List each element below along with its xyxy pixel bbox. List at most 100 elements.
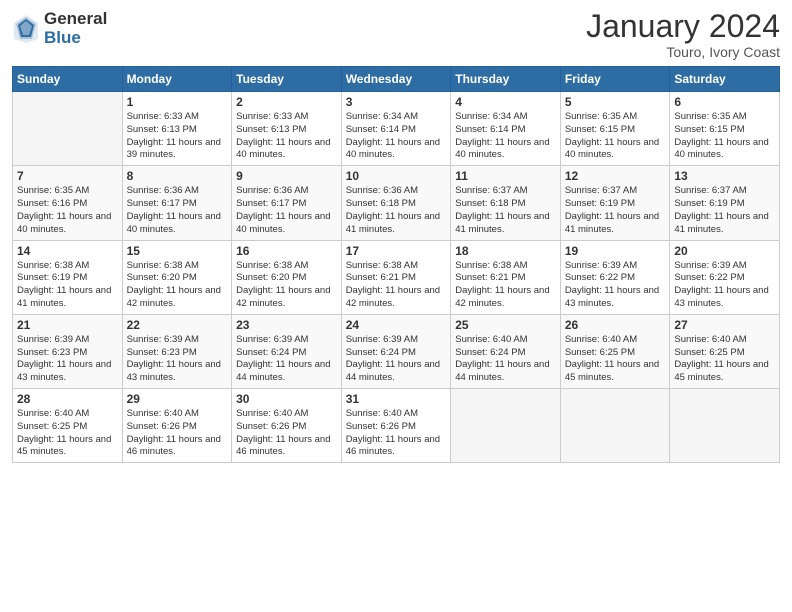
day-cell: 8 Sunrise: 6:36 AM Sunset: 6:17 PM Daylig… (122, 166, 232, 240)
logo-blue: Blue (44, 29, 107, 48)
day-number: 8 (127, 169, 228, 183)
day-cell: 9Sunrise: 6:36 AM Sunset: 6:17 PM Daylig… (232, 166, 342, 240)
day-info: Sunrise: 6:38 AM Sunset: 6:21 PM Dayligh… (346, 260, 447, 311)
day-number: 4 (455, 95, 556, 109)
page: General Blue January 2024 Touro, Ivory C… (0, 0, 792, 612)
day-number: 16 (236, 244, 337, 258)
day-cell (670, 389, 780, 463)
day-info: Sunrise: 6:39 AM Sunset: 6:23 PM Dayligh… (127, 334, 228, 385)
day-number: 23 (236, 318, 337, 332)
day-info: Sunrise: 6:38 AM Sunset: 6:20 PM Dayligh… (236, 260, 337, 311)
day-info: Sunrise: 6:37 AM Sunset: 6:19 PM Dayligh… (565, 185, 666, 236)
day-cell: 27 Sunrise: 6:40 AM Sunset: 6:25 PM Dayli… (670, 314, 780, 388)
day-cell (13, 92, 123, 166)
day-info: Sunrise: 6:40 AM Sunset: 6:25 PM Dayligh… (565, 334, 666, 385)
day-cell: 17Sunrise: 6:38 AM Sunset: 6:21 PM Dayli… (341, 240, 451, 314)
day-info: Sunrise: 6:33 AM Sunset: 6:13 PM Dayligh… (127, 111, 228, 162)
day-cell: 26 Sunrise: 6:40 AM Sunset: 6:25 PM Dayli… (560, 314, 670, 388)
day-number: 28 (17, 392, 118, 406)
weekday-header-tuesday: Tuesday (232, 67, 342, 92)
day-number: 31 (346, 392, 447, 406)
day-number: 27 (674, 318, 775, 332)
day-cell (451, 389, 561, 463)
day-number: 29 (127, 392, 228, 406)
header: General Blue January 2024 Touro, Ivory C… (12, 10, 780, 60)
day-number: 20 (674, 244, 775, 258)
day-cell: 16 Sunrise: 6:38 AM Sunset: 6:20 PM Dayli… (232, 240, 342, 314)
logo-text: General Blue (44, 10, 107, 47)
day-cell: 3Sunrise: 6:34 AM Sunset: 6:14 PM Daylig… (341, 92, 451, 166)
day-cell: 29 Sunrise: 6:40 AM Sunset: 6:26 PM Dayli… (122, 389, 232, 463)
day-number: 25 (455, 318, 556, 332)
day-cell: 15 Sunrise: 6:38 AM Sunset: 6:20 PM Dayli… (122, 240, 232, 314)
calendar-table: SundayMondayTuesdayWednesdayThursdayFrid… (12, 66, 780, 463)
day-info: Sunrise: 6:34 AM Sunset: 6:14 PM Dayligh… (455, 111, 556, 162)
day-info: Sunrise: 6:35 AM Sunset: 6:15 PM Dayligh… (565, 111, 666, 162)
day-info: Sunrise: 6:38 AM Sunset: 6:21 PM Dayligh… (455, 260, 556, 311)
day-cell: 20 Sunrise: 6:39 AM Sunset: 6:22 PM Dayli… (670, 240, 780, 314)
day-number: 10 (346, 169, 447, 183)
day-cell: 19 Sunrise: 6:39 AM Sunset: 6:22 PM Dayli… (560, 240, 670, 314)
day-cell: 25Sunrise: 6:40 AM Sunset: 6:24 PM Dayli… (451, 314, 561, 388)
day-cell: 13Sunrise: 6:37 AM Sunset: 6:19 PM Dayli… (670, 166, 780, 240)
day-number: 5 (565, 95, 666, 109)
day-cell: 22 Sunrise: 6:39 AM Sunset: 6:23 PM Dayli… (122, 314, 232, 388)
day-number: 24 (346, 318, 447, 332)
logo-icon (12, 13, 40, 45)
week-row-1: 1 Sunrise: 6:33 AM Sunset: 6:13 PM Daylig… (13, 92, 780, 166)
day-number: 18 (455, 244, 556, 258)
day-info: Sunrise: 6:39 AM Sunset: 6:22 PM Dayligh… (674, 260, 775, 311)
location-subtitle: Touro, Ivory Coast (586, 44, 780, 60)
day-number: 1 (127, 95, 228, 109)
day-info: Sunrise: 6:39 AM Sunset: 6:24 PM Dayligh… (346, 334, 447, 385)
day-cell: 21 Sunrise: 6:39 AM Sunset: 6:23 PM Dayli… (13, 314, 123, 388)
day-info: Sunrise: 6:40 AM Sunset: 6:25 PM Dayligh… (674, 334, 775, 385)
day-info: Sunrise: 6:35 AM Sunset: 6:15 PM Dayligh… (674, 111, 775, 162)
day-info: Sunrise: 6:40 AM Sunset: 6:26 PM Dayligh… (127, 408, 228, 459)
weekday-header-row: SundayMondayTuesdayWednesdayThursdayFrid… (13, 67, 780, 92)
day-number: 7 (17, 169, 118, 183)
day-number: 13 (674, 169, 775, 183)
day-cell: 4 Sunrise: 6:34 AM Sunset: 6:14 PM Daylig… (451, 92, 561, 166)
day-info: Sunrise: 6:34 AM Sunset: 6:14 PM Dayligh… (346, 111, 447, 162)
day-cell (560, 389, 670, 463)
day-cell: 18 Sunrise: 6:38 AM Sunset: 6:21 PM Dayli… (451, 240, 561, 314)
day-number: 11 (455, 169, 556, 183)
weekday-header-thursday: Thursday (451, 67, 561, 92)
day-number: 19 (565, 244, 666, 258)
day-number: 15 (127, 244, 228, 258)
day-cell: 10Sunrise: 6:36 AM Sunset: 6:18 PM Dayli… (341, 166, 451, 240)
weekday-header-friday: Friday (560, 67, 670, 92)
day-info: Sunrise: 6:40 AM Sunset: 6:25 PM Dayligh… (17, 408, 118, 459)
day-info: Sunrise: 6:39 AM Sunset: 6:22 PM Dayligh… (565, 260, 666, 311)
week-row-4: 21 Sunrise: 6:39 AM Sunset: 6:23 PM Dayli… (13, 314, 780, 388)
week-row-3: 14 Sunrise: 6:38 AM Sunset: 6:19 PM Dayli… (13, 240, 780, 314)
day-info: Sunrise: 6:36 AM Sunset: 6:17 PM Dayligh… (236, 185, 337, 236)
day-info: Sunrise: 6:38 AM Sunset: 6:20 PM Dayligh… (127, 260, 228, 311)
day-cell: 23Sunrise: 6:39 AM Sunset: 6:24 PM Dayli… (232, 314, 342, 388)
day-number: 14 (17, 244, 118, 258)
day-cell: 31Sunrise: 6:40 AM Sunset: 6:26 PM Dayli… (341, 389, 451, 463)
day-cell: 11 Sunrise: 6:37 AM Sunset: 6:18 PM Dayli… (451, 166, 561, 240)
day-number: 6 (674, 95, 775, 109)
logo-general: General (44, 10, 107, 29)
day-info: Sunrise: 6:37 AM Sunset: 6:18 PM Dayligh… (455, 185, 556, 236)
day-cell: 30Sunrise: 6:40 AM Sunset: 6:26 PM Dayli… (232, 389, 342, 463)
day-info: Sunrise: 6:39 AM Sunset: 6:23 PM Dayligh… (17, 334, 118, 385)
day-number: 26 (565, 318, 666, 332)
day-cell: 1 Sunrise: 6:33 AM Sunset: 6:13 PM Daylig… (122, 92, 232, 166)
day-cell: 2Sunrise: 6:33 AM Sunset: 6:13 PM Daylig… (232, 92, 342, 166)
weekday-header-wednesday: Wednesday (341, 67, 451, 92)
day-info: Sunrise: 6:33 AM Sunset: 6:13 PM Dayligh… (236, 111, 337, 162)
day-number: 21 (17, 318, 118, 332)
weekday-header-monday: Monday (122, 67, 232, 92)
day-cell: 5 Sunrise: 6:35 AM Sunset: 6:15 PM Daylig… (560, 92, 670, 166)
day-info: Sunrise: 6:36 AM Sunset: 6:17 PM Dayligh… (127, 185, 228, 236)
day-number: 30 (236, 392, 337, 406)
week-row-5: 28 Sunrise: 6:40 AM Sunset: 6:25 PM Dayli… (13, 389, 780, 463)
day-cell: 24 Sunrise: 6:39 AM Sunset: 6:24 PM Dayli… (341, 314, 451, 388)
day-info: Sunrise: 6:38 AM Sunset: 6:19 PM Dayligh… (17, 260, 118, 311)
day-info: Sunrise: 6:35 AM Sunset: 6:16 PM Dayligh… (17, 185, 118, 236)
day-number: 22 (127, 318, 228, 332)
day-cell: 6 Sunrise: 6:35 AM Sunset: 6:15 PM Daylig… (670, 92, 780, 166)
